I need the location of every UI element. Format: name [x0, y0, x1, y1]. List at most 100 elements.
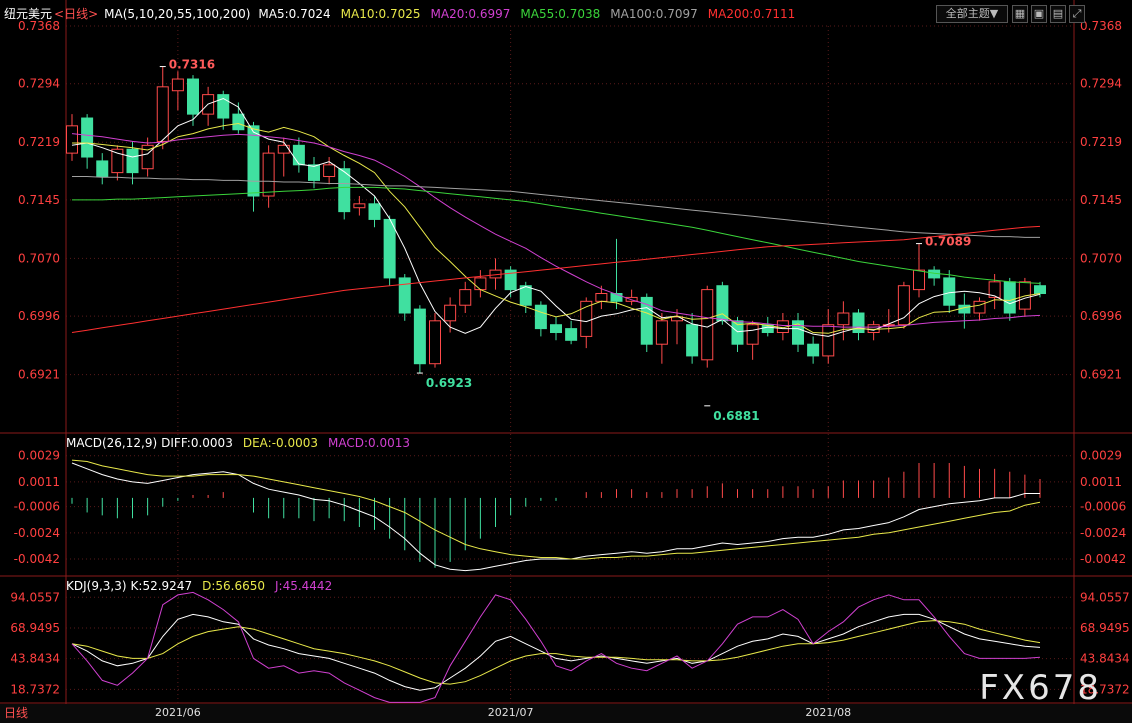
candle-body	[550, 324, 562, 334]
candle-body	[383, 218, 396, 279]
candle-body	[323, 164, 336, 178]
chart-canvas[interactable]: 0.7368 0.73680.7294 0.72940.7219 0.72190.71…	[0, 0, 1132, 723]
date-tick-label: 2021/07	[488, 706, 534, 719]
macd-legend: MACD(26,12,9) DIFF:0.0003 DEA:-0.0003 MACD:…	[66, 435, 420, 451]
grid-icon[interactable]: ▦	[1012, 5, 1028, 23]
macd-title: MACD(26,12,9)	[66, 436, 158, 450]
macd-value: MACD:0.0013	[328, 436, 411, 450]
candle-body	[565, 328, 578, 341]
ma20-value: MA20:0.6997	[430, 7, 511, 21]
candle-body	[474, 277, 487, 291]
candle-body	[187, 78, 199, 115]
candle-body	[429, 320, 441, 365]
ma-params: MA(5,10,20,55,100,200)	[104, 7, 251, 21]
candle-body	[247, 125, 260, 197]
macd-tick-label-right: 0.0011	[1080, 475, 1122, 489]
candle-body	[171, 78, 184, 92]
price-tick-label-right: 0.6996	[1080, 309, 1122, 323]
ma10-value: MA10:0.7025	[340, 7, 421, 21]
candle-body	[413, 308, 426, 365]
background	[0, 0, 1132, 723]
candle-body	[262, 152, 275, 197]
date-tick-label: 2021/06	[155, 706, 201, 719]
period-button[interactable]: 日线	[4, 705, 28, 721]
candle-body	[519, 285, 532, 306]
ma5-value: MA5:0.7024	[258, 7, 331, 21]
candle-body	[232, 113, 245, 131]
kdj-tick-label-right: 43.8434	[1080, 652, 1130, 666]
candle-body	[277, 144, 290, 154]
candle-body	[671, 316, 683, 322]
candle-body	[444, 304, 457, 322]
candle-body	[595, 293, 608, 302]
candle-body	[746, 324, 759, 345]
window-icon[interactable]: ▣	[1031, 5, 1047, 23]
candle-body	[913, 269, 925, 291]
macd-tick-label-right: -0.0006	[1080, 500, 1126, 514]
theme-dropdown[interactable]: 全部主题▼	[936, 5, 1008, 23]
kdj-tick-label-left: 18.7372	[10, 682, 60, 696]
candle-body	[96, 160, 109, 178]
price-tick-label-left: 0.7294	[18, 77, 60, 91]
kdj-legend: KDJ(9,3,3) K:52.9247 D:56.6650 J:45.4442	[66, 578, 342, 594]
kdj-tick-label-left: 68.9495	[10, 621, 60, 635]
price-tick-label-right: 0.7070	[1080, 251, 1122, 265]
instrument-name: 纽元美元	[4, 7, 53, 21]
macd-tick-label-right: 0.0029	[1080, 449, 1122, 463]
candle-body	[156, 86, 169, 142]
extreme-label-low: 0.6923	[426, 376, 472, 390]
price-tick-label-left: 0.6921	[18, 368, 60, 382]
extreme-label-high: 0.7089	[925, 235, 971, 249]
macd-tick-label-left: 0.0029	[18, 449, 60, 463]
kdj-tick-label-right: 68.9495	[1080, 621, 1130, 635]
candle-body	[1034, 285, 1046, 295]
candle-body	[66, 125, 78, 154]
extreme-label-high: 0.7316	[169, 58, 215, 72]
kdj-tick-label-right: 94.0557	[1080, 590, 1130, 604]
candle-body	[126, 148, 139, 174]
ma100-value: MA100:0.7097	[610, 7, 698, 21]
main-legend: 纽元美元 <日线> MA(5,10,20,55,100,200) MA5:0.7024…	[4, 6, 805, 22]
period-tag: <日线>	[54, 7, 99, 21]
macd-tick-label-left: -0.0006	[14, 500, 60, 514]
candle-body	[837, 312, 850, 326]
kdj-tick-label-left: 43.8434	[10, 652, 60, 666]
watermark-logo: FX678	[979, 668, 1102, 708]
price-tick-label-right: 0.7145	[1080, 193, 1122, 207]
candle-body	[459, 289, 472, 306]
candle-body	[308, 164, 320, 181]
candle-body	[807, 343, 820, 357]
price-tick-label-left: 0.7070	[18, 251, 60, 265]
macd-tick-label-left: -0.0042	[14, 552, 60, 566]
candle-body	[353, 203, 366, 209]
candle-body	[292, 144, 305, 166]
price-tick-label-left: 0.7219	[18, 135, 60, 149]
price-tick-label-right: 0.7294	[1080, 77, 1122, 91]
ma55-value: MA55:0.7038	[520, 7, 601, 21]
extreme-label-low: 0.6881	[713, 409, 759, 423]
macd-tick-label-left: 0.0011	[18, 475, 60, 489]
kdj-d-value: D:56.6650	[202, 579, 265, 593]
macd-diff-value: DIFF:0.0003	[161, 436, 233, 450]
candle-body	[398, 277, 411, 314]
expand-icon[interactable]: ⤢	[1069, 5, 1085, 23]
candle-body	[973, 300, 986, 314]
candle-body	[368, 203, 381, 220]
price-tick-label-right: 0.6921	[1080, 368, 1122, 382]
ma200-value: MA200:0.7111	[707, 7, 796, 21]
candle-body	[534, 304, 547, 330]
candle-body	[943, 277, 956, 306]
candle-body	[81, 117, 94, 158]
price-tick-label-right: 0.7219	[1080, 135, 1122, 149]
macd-tick-label-left: -0.0024	[14, 526, 60, 540]
price-tick-label-right: 0.7368	[1080, 19, 1122, 33]
candle-body	[852, 312, 865, 334]
candle-body	[686, 324, 699, 357]
price-tick-label-left: 0.6996	[18, 309, 60, 323]
candle-body	[1003, 281, 1016, 314]
candle-body	[655, 320, 668, 345]
window-2-icon[interactable]: ▤	[1050, 5, 1066, 23]
macd-tick-label-right: -0.0042	[1080, 552, 1126, 566]
kdj-tick-label-left: 94.0557	[10, 590, 60, 604]
price-tick-label-left: 0.7145	[18, 193, 60, 207]
